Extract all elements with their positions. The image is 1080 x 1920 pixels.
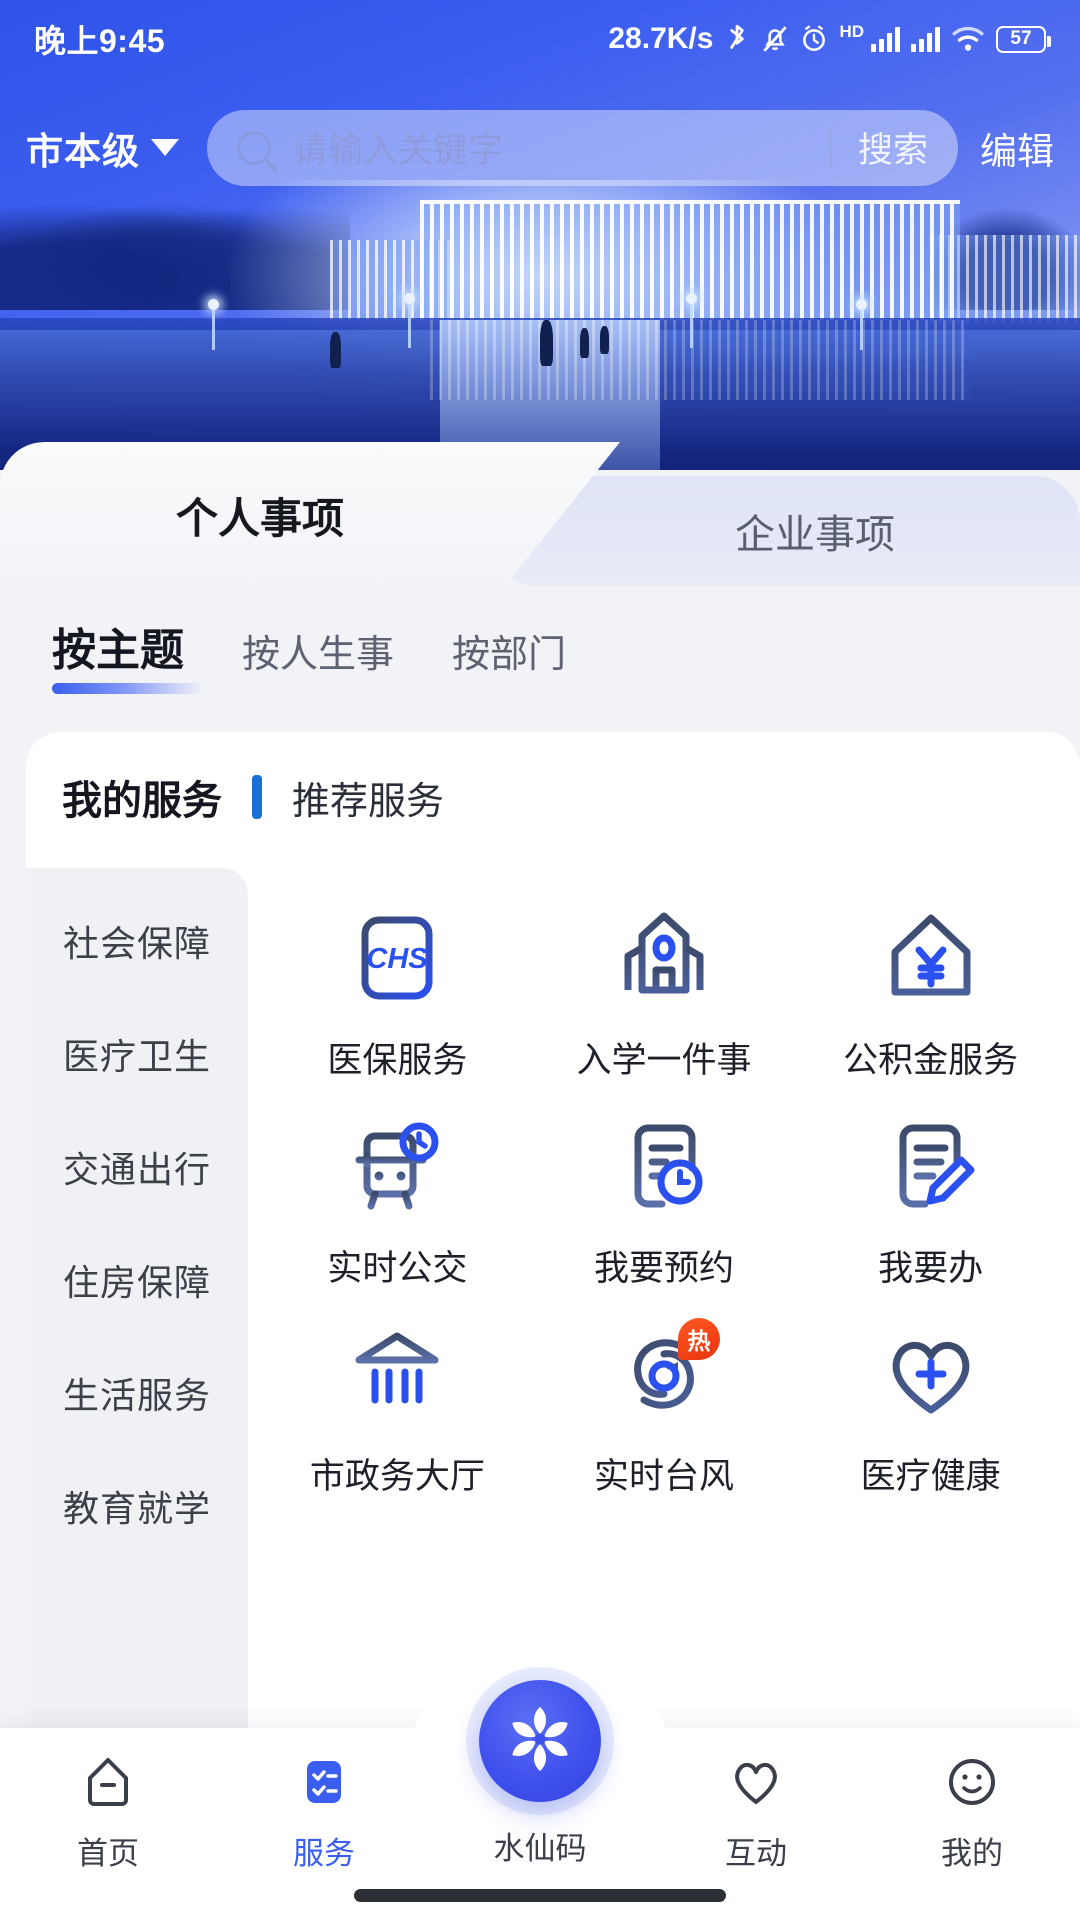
my-services-title[interactable]: 我的服务: [62, 768, 222, 826]
service-label: 市政务大厅: [309, 1457, 485, 1496]
status-indicators: 28.7K/s HD 57: [608, 22, 1051, 56]
heart-plus-icon: [879, 1322, 983, 1426]
subtab-by-life-event[interactable]: 按人生事: [242, 623, 394, 688]
network-speed: 28.7K/s: [608, 22, 714, 55]
pedestrian-figure: [540, 320, 553, 366]
bus-clock-icon: [345, 1114, 449, 1218]
building-reflection: [430, 320, 970, 400]
region-selector[interactable]: 市本级: [26, 121, 179, 175]
service-tile-government-hall[interactable]: 市政务大厅: [264, 1310, 531, 1518]
header-search-row: 市本级 请输入关键字 搜索 编辑: [0, 100, 1080, 195]
search-button[interactable]: 搜索: [858, 122, 928, 173]
search-bar[interactable]: 请输入关键字 搜索: [207, 109, 958, 186]
chs-card-icon: CHS: [345, 906, 449, 1010]
tab-personal[interactable]: 个人事项: [0, 442, 560, 588]
tab-personal-wrap: 个人事项: [0, 442, 680, 590]
tab-enterprise-label: 企业事项: [735, 513, 895, 557]
street-lamp: [856, 299, 867, 350]
document-pencil-icon: [879, 1114, 983, 1218]
service-label: 实时台风: [593, 1457, 734, 1496]
sidebar-item-living-services[interactable]: 生活服务: [26, 1336, 248, 1449]
battery-icon: 57: [996, 25, 1051, 53]
house-yuan-icon: [879, 906, 983, 1010]
home-indicator: [354, 1889, 726, 1902]
bottom-navigation: 首页 服务 互动 我的 水仙码: [0, 1680, 1080, 1920]
sidebar-item-education[interactable]: 教育就学: [26, 1449, 248, 1562]
street-lamp: [686, 293, 697, 348]
service-label: 实时公交: [327, 1249, 468, 1288]
tab-personal-label: 个人事项: [175, 494, 344, 542]
svg-text:CHS: CHS: [367, 943, 429, 975]
service-tile-medical-insurance[interactable]: CHS 医保服务: [264, 894, 531, 1102]
battery-level: 57: [1010, 28, 1032, 49]
home-icon: [78, 1752, 138, 1812]
search-icon: [237, 130, 271, 165]
search-input[interactable]: 请输入关键字: [293, 122, 829, 173]
recommended-services-title[interactable]: 推荐服务: [292, 770, 444, 825]
sidebar-item-social-security[interactable]: 社会保障: [26, 884, 248, 997]
signal-bars-icon: [911, 26, 940, 52]
wifi-icon: [951, 25, 985, 53]
smiley-icon: [942, 1752, 1002, 1812]
sidebar-item-transport[interactable]: 交通出行: [26, 1110, 248, 1223]
nav-label: 服务: [293, 1836, 355, 1871]
service-label: 医疗健康: [860, 1457, 1001, 1496]
signal-bars-icon: [871, 26, 900, 52]
hd-icon: HD: [839, 22, 864, 41]
chevron-down-icon: [151, 139, 179, 156]
service-label: 入学一件事: [576, 1041, 752, 1080]
reflecting-pool-left: [0, 330, 440, 450]
service-label: 我要预约: [593, 1249, 734, 1288]
section-accent-bar: [252, 775, 262, 819]
nav-label: 首页: [77, 1836, 139, 1871]
app-root: 晚上9:45 28.7K/s HD 57 市本级 请输入关键字 搜索 编辑 企业…: [0, 0, 1080, 1920]
pedestrian-figure: [330, 332, 341, 368]
status-bar: 晚上9:45 28.7K/s HD 57: [0, 0, 1080, 78]
nav-item-profile[interactable]: 我的: [864, 1728, 1080, 1920]
service-tile-school-enrollment[interactable]: 入学一件事: [531, 894, 798, 1102]
service-label: 医保服务: [327, 1041, 468, 1080]
narcissus-flower-icon: [501, 1700, 579, 1783]
service-tile-apply[interactable]: 我要办: [797, 1102, 1064, 1310]
hot-badge: 热: [677, 1318, 720, 1360]
edit-button[interactable]: 编辑: [980, 121, 1054, 175]
subtab-by-department[interactable]: 按部门: [452, 623, 566, 688]
government-hall-icon: [345, 1322, 449, 1426]
narcissus-code-button[interactable]: [479, 1680, 601, 1802]
service-tile-typhoon[interactable]: 热 实时台风: [531, 1310, 798, 1518]
nav-label: 互动: [725, 1836, 787, 1871]
typhoon-icon: 热: [612, 1318, 720, 1426]
subtab-bar: 按主题 按人生事 按部门: [52, 614, 566, 694]
sidebar-item-housing[interactable]: 住房保障: [26, 1223, 248, 1336]
status-time: 晚上9:45: [34, 23, 166, 59]
service-tile-housing-fund[interactable]: 公积金服务: [797, 894, 1064, 1102]
bluetooth-icon: [724, 23, 750, 55]
sidebar-item-medical-health[interactable]: 医疗卫生: [26, 997, 248, 1110]
document-clock-icon: [612, 1114, 716, 1218]
card-header: 我的服务 推荐服务: [62, 768, 444, 826]
heart-icon: [726, 1752, 786, 1812]
subtab-by-topic[interactable]: 按主题: [52, 614, 204, 694]
school-building-icon: [612, 906, 716, 1010]
service-label: 公积金服务: [843, 1041, 1019, 1080]
street-lamp: [404, 293, 415, 348]
street-lamp: [208, 299, 219, 350]
nav-item-home[interactable]: 首页: [0, 1728, 216, 1920]
pedestrian-figure: [600, 326, 609, 354]
checklist-icon: [294, 1752, 354, 1812]
service-tile-health[interactable]: 医疗健康: [797, 1310, 1064, 1518]
nav-label: 我的: [941, 1836, 1003, 1871]
search-divider: [828, 126, 832, 169]
mute-bell-icon: [761, 24, 789, 54]
government-building-illustration: [0, 180, 1080, 470]
pedestrian-figure: [580, 328, 589, 358]
service-label: 我要办: [878, 1249, 984, 1288]
alarm-icon: [800, 24, 828, 54]
service-tile-appointment[interactable]: 我要预约: [531, 1102, 798, 1310]
service-tile-realtime-bus[interactable]: 实时公交: [264, 1102, 531, 1310]
region-label: 市本级: [26, 130, 140, 172]
narcissus-code-label: 水仙码: [493, 1831, 587, 1866]
